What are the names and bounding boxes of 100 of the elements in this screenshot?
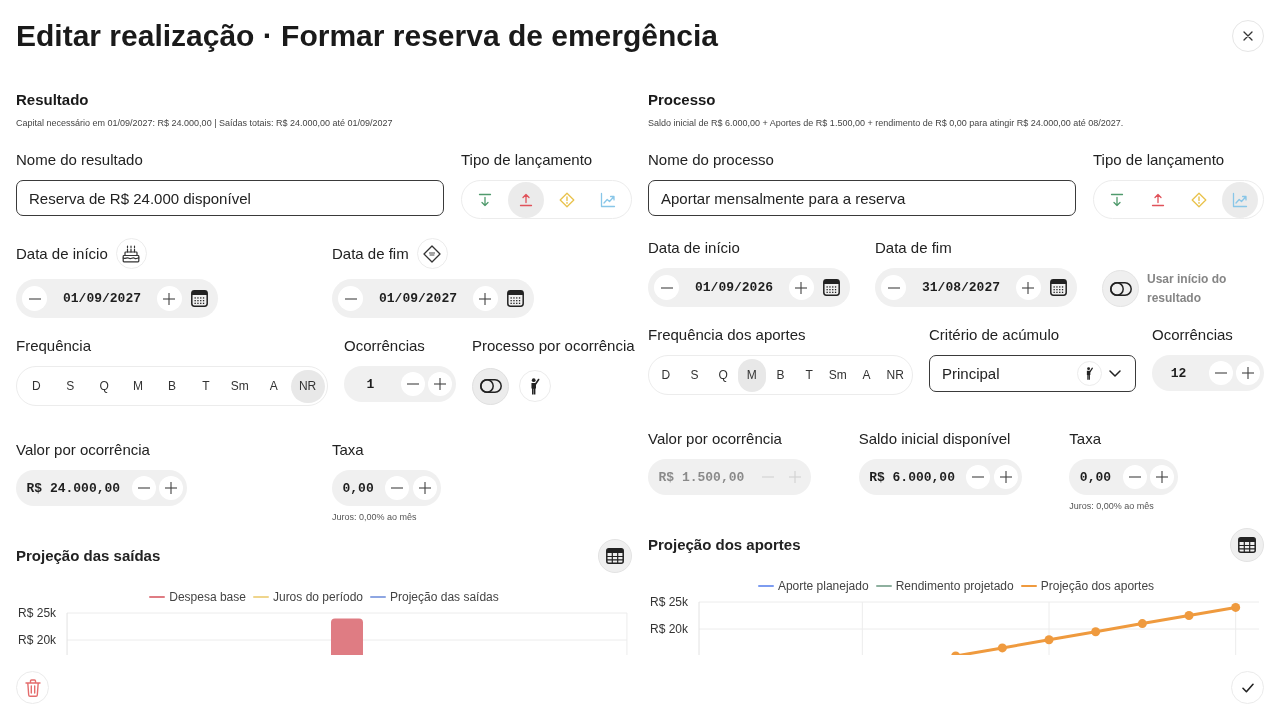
frequency-option[interactable]: Sm [222, 369, 257, 403]
calendar-icon [507, 290, 524, 307]
table-icon [1238, 537, 1256, 553]
decrement-button[interactable] [654, 275, 679, 300]
table-button[interactable] [1230, 528, 1264, 562]
person-button[interactable] [519, 370, 551, 402]
increment-button[interactable] [412, 476, 437, 500]
sign-button[interactable] [416, 238, 448, 269]
decrement-button[interactable] [22, 286, 47, 311]
increment-button[interactable] [789, 275, 814, 300]
plus-icon [418, 482, 431, 494]
stepper-value: 1 [366, 376, 375, 392]
trend-chart-icon [600, 191, 616, 208]
frequency-option[interactable]: S [53, 369, 88, 403]
delete-button[interactable] [16, 671, 49, 704]
decrement-button[interactable] [881, 275, 906, 300]
field-label: Frequência [16, 336, 93, 356]
minus-icon [1128, 476, 1141, 478]
increment-button[interactable] [1150, 465, 1175, 489]
field-label: Taxa [332, 440, 364, 460]
toggle-icon [1109, 281, 1132, 296]
field-label: Frequência dos aportes [648, 325, 807, 345]
frequency-option[interactable]: S [680, 358, 709, 392]
legend-label: Aporte planejado [777, 579, 869, 593]
table-button[interactable] [598, 539, 632, 573]
arrow-up-icon [1151, 192, 1165, 207]
increment-button[interactable] [1236, 361, 1260, 385]
field-label: Data de início [648, 238, 740, 258]
name-input[interactable]: Aportar mensalmente para a reserva [648, 180, 1076, 216]
increment-button[interactable] [473, 286, 498, 311]
stepper-value: 0,00 [342, 480, 374, 496]
field-label: Tipo de lançamento [461, 150, 594, 170]
increment-button[interactable] [994, 465, 1018, 489]
date-value: 01/09/2027 [63, 291, 141, 306]
decrement-button[interactable] [385, 476, 410, 500]
entry-type-option[interactable] [508, 181, 544, 218]
diamond-sign-icon [423, 244, 442, 263]
legend-label: Projeção dos aportes [1040, 579, 1155, 593]
arrow-down-icon [1110, 192, 1124, 207]
frequency-option[interactable]: A [852, 358, 881, 392]
decrement-button[interactable] [338, 286, 363, 311]
chart-point [997, 643, 1007, 653]
section-heading: Processo [648, 90, 717, 110]
frequency-option[interactable]: T [794, 358, 824, 392]
increment-button[interactable] [428, 372, 452, 396]
confirm-button[interactable] [1231, 671, 1264, 704]
frequency-option[interactable]: Sm [823, 358, 853, 392]
decrement-button[interactable] [966, 465, 991, 489]
select-value: Principal [942, 364, 1000, 383]
plus-icon [165, 482, 178, 494]
minus-icon [972, 476, 985, 478]
chart-point [1137, 619, 1147, 629]
toggle-button[interactable] [472, 367, 509, 405]
warning-icon [1191, 191, 1207, 208]
decrement-button[interactable] [1208, 361, 1233, 385]
arrow-up-icon [519, 192, 533, 207]
frequency-option[interactable]: M [121, 369, 156, 403]
calendar-icon [823, 279, 840, 296]
frequency-option[interactable]: D [651, 358, 681, 392]
field-label: Ocorrências [344, 336, 425, 356]
frequency-option[interactable]: Q [87, 369, 122, 403]
frequency-option[interactable]: NR [290, 369, 325, 403]
field-label: Data de início [16, 243, 108, 264]
decrement-button[interactable] [131, 476, 156, 500]
y-axis-label: R$ 25k [649, 595, 688, 609]
stepper-value: R$ 1.500,00 [658, 469, 745, 485]
close-button[interactable] [1232, 20, 1264, 52]
y-axis-label: R$ 25k [18, 606, 57, 620]
frequency-option[interactable]: D [19, 369, 54, 403]
entry-type-option[interactable] [1222, 181, 1258, 218]
frequency-option[interactable]: T [188, 369, 223, 403]
chart-point [1044, 635, 1054, 645]
date-value: 31/08/2027 [922, 280, 1000, 295]
increment-button[interactable] [157, 286, 182, 311]
field-note: Juros: 0,00% ao mês [332, 511, 417, 523]
minus-icon [344, 297, 357, 300]
frequency-option[interactable]: B [766, 358, 795, 392]
plus-icon [1242, 367, 1254, 379]
toggle-button[interactable] [1102, 270, 1139, 307]
increment-button[interactable] [159, 476, 184, 500]
minus-icon [28, 297, 41, 300]
decrement-button[interactable] [1122, 465, 1147, 489]
frequency-option[interactable]: B [155, 369, 189, 403]
frequency-option[interactable]: A [256, 369, 291, 403]
frequency-option[interactable]: M [737, 358, 767, 392]
person-icon [529, 377, 541, 395]
increment-button[interactable] [1016, 275, 1041, 300]
legend-label: Rendimento projetado [895, 579, 1014, 593]
name-input[interactable]: Reserva de R$ 24.000 disponível [16, 180, 444, 216]
frequency-option[interactable]: Q [708, 358, 738, 392]
frequency-option[interactable]: NR [880, 358, 910, 392]
cake-button[interactable] [115, 238, 147, 269]
table-icon [606, 548, 624, 564]
select-field[interactable]: Principal [929, 355, 1136, 392]
arrow-down-icon [478, 192, 492, 207]
y-axis-label: R$ 20k [18, 633, 57, 647]
decrement-button[interactable] [400, 372, 425, 396]
minus-icon [391, 487, 404, 489]
field-label: Ocorrências [1152, 325, 1233, 345]
field-label: Processo por ocorrência [472, 336, 635, 356]
